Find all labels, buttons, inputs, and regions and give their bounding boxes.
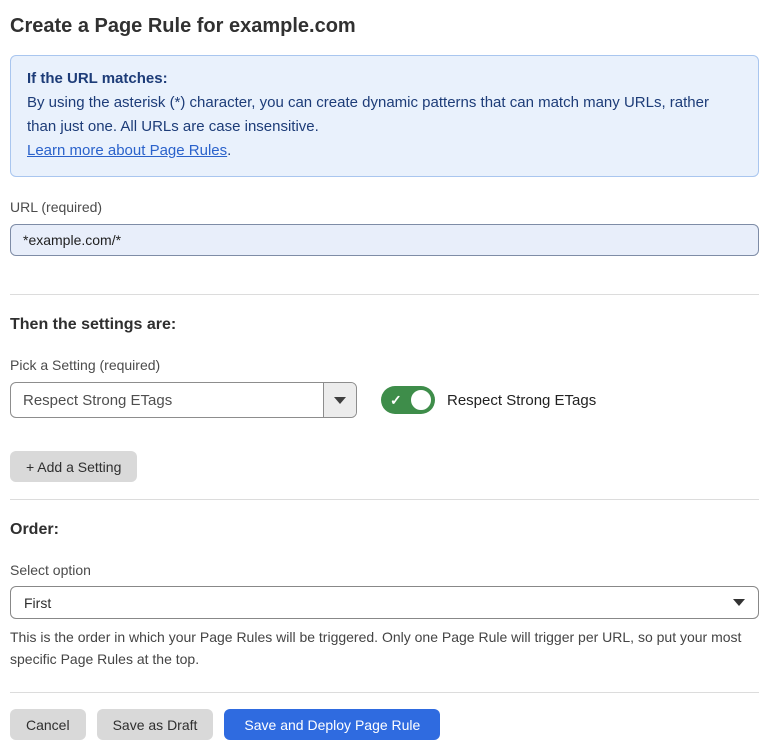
save-and-deploy-button[interactable]: Save and Deploy Page Rule <box>224 709 440 740</box>
create-page-rule-form: Create a Page Rule for example.com If th… <box>0 0 769 740</box>
etags-toggle[interactable]: ✓ <box>381 386 435 414</box>
settings-section-heading: Then the settings are: <box>10 315 759 335</box>
order-section-heading: Order: <box>10 520 759 540</box>
chevron-down-icon <box>334 397 346 404</box>
etags-toggle-group: ✓ Respect Strong ETags <box>381 386 596 414</box>
form-actions: Cancel Save as Draft Save and Deploy Pag… <box>10 709 759 740</box>
check-icon: ✓ <box>390 393 402 407</box>
save-as-draft-button[interactable]: Save as Draft <box>97 709 214 740</box>
url-input[interactable] <box>10 224 759 256</box>
order-select[interactable]: First <box>10 586 759 619</box>
setting-select-value: Respect Strong ETags <box>11 383 323 417</box>
url-match-info-box: If the URL matches: By using the asteris… <box>10 55 759 177</box>
divider <box>10 499 759 500</box>
divider <box>10 294 759 295</box>
pick-setting-label: Pick a Setting (required) <box>10 356 759 374</box>
toggle-knob <box>409 388 433 412</box>
chevron-down-icon <box>733 599 745 606</box>
info-box-heading: If the URL matches: <box>27 67 742 91</box>
order-help-text: This is the order in which your Page Rul… <box>10 626 759 670</box>
info-box-body: By using the asterisk (*) character, you… <box>27 91 742 139</box>
add-setting-button[interactable]: + Add a Setting <box>10 451 137 482</box>
order-select-label: Select option <box>10 561 759 579</box>
info-box-link-line: Learn more about Page Rules. <box>27 139 742 163</box>
setting-select[interactable]: Respect Strong ETags <box>10 382 357 418</box>
setting-row: Respect Strong ETags ✓ Respect Strong ET… <box>10 382 759 418</box>
order-select-value: First <box>24 595 51 611</box>
learn-more-link[interactable]: Learn more about Page Rules <box>27 142 227 159</box>
divider <box>10 692 759 693</box>
setting-select-arrow-button[interactable] <box>323 383 356 417</box>
etags-toggle-label: Respect Strong ETags <box>447 392 596 409</box>
url-field-label: URL (required) <box>10 198 759 216</box>
link-period: . <box>227 142 231 159</box>
page-title: Create a Page Rule for example.com <box>10 12 759 40</box>
cancel-button[interactable]: Cancel <box>10 709 86 740</box>
